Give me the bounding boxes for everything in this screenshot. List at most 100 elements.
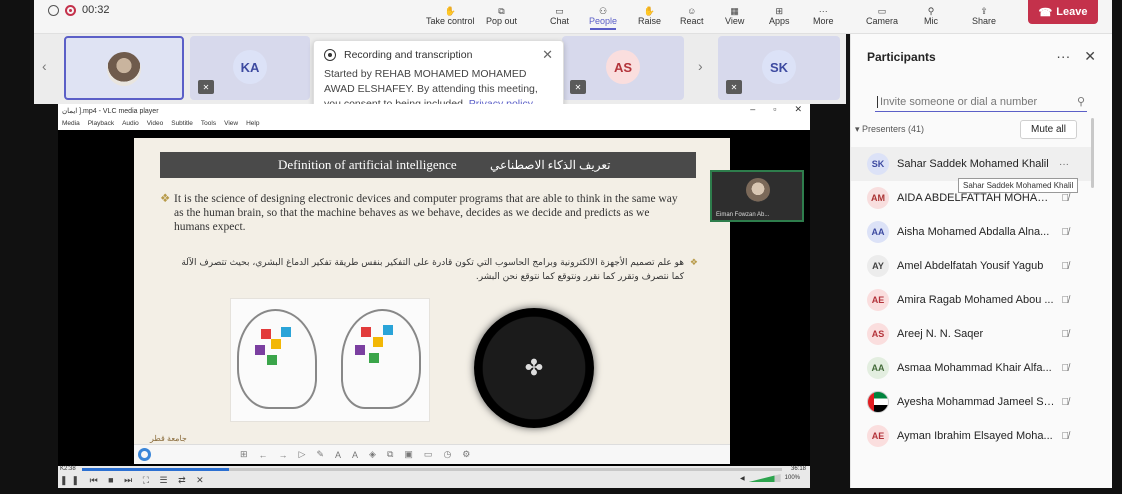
volume-control[interactable]: ◀ 100% (740, 474, 800, 482)
seek-bar[interactable] (82, 468, 782, 471)
apps-icon: ⊞ (775, 6, 784, 16)
flag-avatar (867, 391, 889, 413)
bullet-icon: ❖ (689, 258, 698, 268)
people-icon: ⚇ (598, 6, 608, 16)
chevron-right-icon[interactable]: › (698, 58, 703, 74)
take-control-button[interactable]: ✋ Take control (426, 7, 475, 27)
menu-audio[interactable]: Audio (122, 120, 139, 128)
arrow-left-icon[interactable]: ← (259, 450, 268, 460)
slide-title-en: Definition of artificial intelligence (278, 157, 457, 172)
pen-icon[interactable]: ✎ (316, 449, 324, 460)
close-icon[interactable]: ✕ (542, 47, 553, 63)
menu-subtitle[interactable]: Subtitle (171, 120, 193, 128)
react-button[interactable]: ☺ React (680, 7, 704, 27)
mic-off-icon: 🎙̸ (1061, 260, 1070, 272)
copy-icon[interactable]: ⧉ (387, 449, 393, 460)
meeting-toolbar: 00:32 ✋ Take control ⧉ Pop out ▭ Chat ⚇ Peop… (34, 0, 1112, 34)
participant-row[interactable]: AS Areej N. N. Saqer 🎙̸ (851, 317, 1091, 351)
menu-video[interactable]: Video (147, 120, 164, 128)
menu-playback[interactable]: Playback (88, 120, 114, 128)
more-button[interactable]: ··· More (813, 7, 834, 27)
menu-view[interactable]: View (224, 120, 238, 128)
shape-icon[interactable]: ◈ (369, 449, 376, 460)
volume-bar[interactable] (748, 474, 781, 482)
participant-row[interactable]: AA Asmaa Mohammad Khair Alfa... 🎙̸ (851, 351, 1091, 385)
close-icon[interactable]: ✕ (794, 104, 802, 115)
clock-icon[interactable]: ◷ (443, 449, 451, 460)
participant-row[interactable]: AE Ayman Ibrahim Elsayed Moha... 🎙̸ (851, 419, 1091, 453)
scrollbar[interactable] (1091, 118, 1094, 188)
participant-name: Amira Ragab Mohamed Abou ... (897, 294, 1054, 306)
participant-row[interactable]: AE Amira Ragab Mohamed Abou ... 🎙̸ (851, 283, 1091, 317)
participant-row[interactable]: SK Sahar Saddek Mohamed Khalil ··· (851, 147, 1091, 181)
video-tile-sk[interactable]: SK ✕ (718, 36, 840, 100)
maximize-icon[interactable]: ▫ (773, 104, 776, 115)
raise-hand-icon: ✋ (643, 6, 656, 16)
play-icon[interactable]: ▷ (299, 449, 306, 460)
text-icon[interactable]: A (335, 450, 341, 460)
participant-name: Areej N. N. Saqer (897, 328, 984, 340)
popout-icon: ⧉ (498, 6, 505, 16)
avatar: AS (867, 323, 889, 345)
slide-title: Definition of artificial intelligence تع… (160, 152, 696, 178)
more-options-icon[interactable]: ··· (1056, 48, 1070, 65)
mic-off-icon: 🎙̸ (1061, 362, 1070, 374)
seek-progress (82, 468, 229, 471)
playback-buttons[interactable]: ❚❚ ⏮ ■ ⏭ ⛶ ☰ ⇄ ✕ (60, 475, 208, 486)
grid-icon[interactable]: ⊞ (240, 449, 248, 460)
presenters-toggle[interactable]: ▾ Presenters (41) (855, 124, 924, 135)
video-tile-photo[interactable] (64, 36, 184, 100)
video-tile-ka[interactable]: KA ✕ (190, 36, 310, 100)
view-button[interactable]: ▦ View (725, 6, 744, 27)
speaker-icon: ◀ (740, 475, 745, 482)
people-button[interactable]: ⚇ People (589, 6, 617, 30)
leave-button[interactable]: ☎ Leave (1028, 0, 1098, 24)
avatar: SK (867, 153, 889, 175)
avatar: AE (867, 289, 889, 311)
menu-tools[interactable]: Tools (201, 120, 216, 128)
chevron-left-icon[interactable]: ‹ (42, 58, 47, 74)
notice-title: Recording and transcription (344, 49, 473, 61)
video-tile-as[interactable]: AS ✕ (562, 36, 684, 100)
chat-button[interactable]: ▭ Chat (550, 6, 569, 27)
camera-icon: ▭ (877, 6, 887, 16)
head-outline (237, 309, 317, 409)
settings-icon[interactable]: ⚙ (462, 449, 470, 460)
info-icon[interactable] (48, 4, 59, 16)
arrow-right-icon[interactable]: → (279, 450, 288, 460)
share-icon: ⇪ (980, 6, 988, 16)
raise-hand-button[interactable]: ✋ Raise (638, 6, 661, 27)
participant-name: Asmaa Mohammad Khair Alfa... (897, 362, 1052, 374)
mic-off-icon: ✕ (570, 80, 586, 94)
participant-name: AIDA ABDELFATTAH MOHAMED (897, 192, 1055, 204)
menu-help[interactable]: Help (246, 120, 259, 128)
menu-media[interactable]: Media (62, 120, 80, 128)
comment-icon[interactable]: ▭ (424, 449, 433, 460)
pop-out-button[interactable]: ⧉ Pop out (486, 6, 517, 27)
phone-icon: ☎ (1038, 6, 1053, 19)
close-icon[interactable]: ✕ (1084, 48, 1096, 65)
chat-icon: ▭ (555, 6, 564, 16)
share-button[interactable]: ⇪ Share (972, 6, 996, 27)
mic-icon: ⚲ (927, 6, 935, 16)
participant-row[interactable]: Ayesha Mohammad Jameel Sa... 🎙̸ (851, 385, 1091, 419)
apps-button[interactable]: ⊞ Apps (769, 6, 790, 27)
camera-button[interactable]: ▭ Camera (866, 6, 898, 27)
avatar: AY (867, 255, 889, 277)
vlc-controls: K2:38 36:18 ❚❚ ⏮ ■ ⏭ ⛶ ☰ ⇄ ✕ ◀ 100% (58, 466, 810, 488)
minimize-icon[interactable]: – (750, 104, 755, 115)
video-area[interactable]: Definition of artificial intelligence تع… (58, 130, 810, 466)
vlc-menu: Media Playback Audio Video Subtitle Tool… (58, 118, 810, 130)
participant-row[interactable]: AA Aisha Mohamed Abdalla Alna... 🎙̸ (851, 215, 1091, 249)
participant-row[interactable]: AY Amel Abdelfatah Yousif Yagub 🎙̸ (851, 249, 1091, 283)
image-icon[interactable]: ▣ (404, 449, 413, 460)
invite-input[interactable]: Invite someone or dial a number ⚲ (875, 92, 1087, 112)
highlight-icon[interactable]: A (352, 450, 358, 460)
view-icon: ▦ (730, 6, 739, 16)
avatar (107, 52, 141, 86)
mute-all-button[interactable]: Mute all (1019, 120, 1077, 139)
speaker-thumbnail: Eiman Fowzan Ab... (710, 170, 804, 222)
app-icon (138, 448, 151, 461)
mic-button[interactable]: ⚲ Mic (924, 6, 938, 27)
more-options-icon[interactable]: ··· (1059, 159, 1069, 170)
